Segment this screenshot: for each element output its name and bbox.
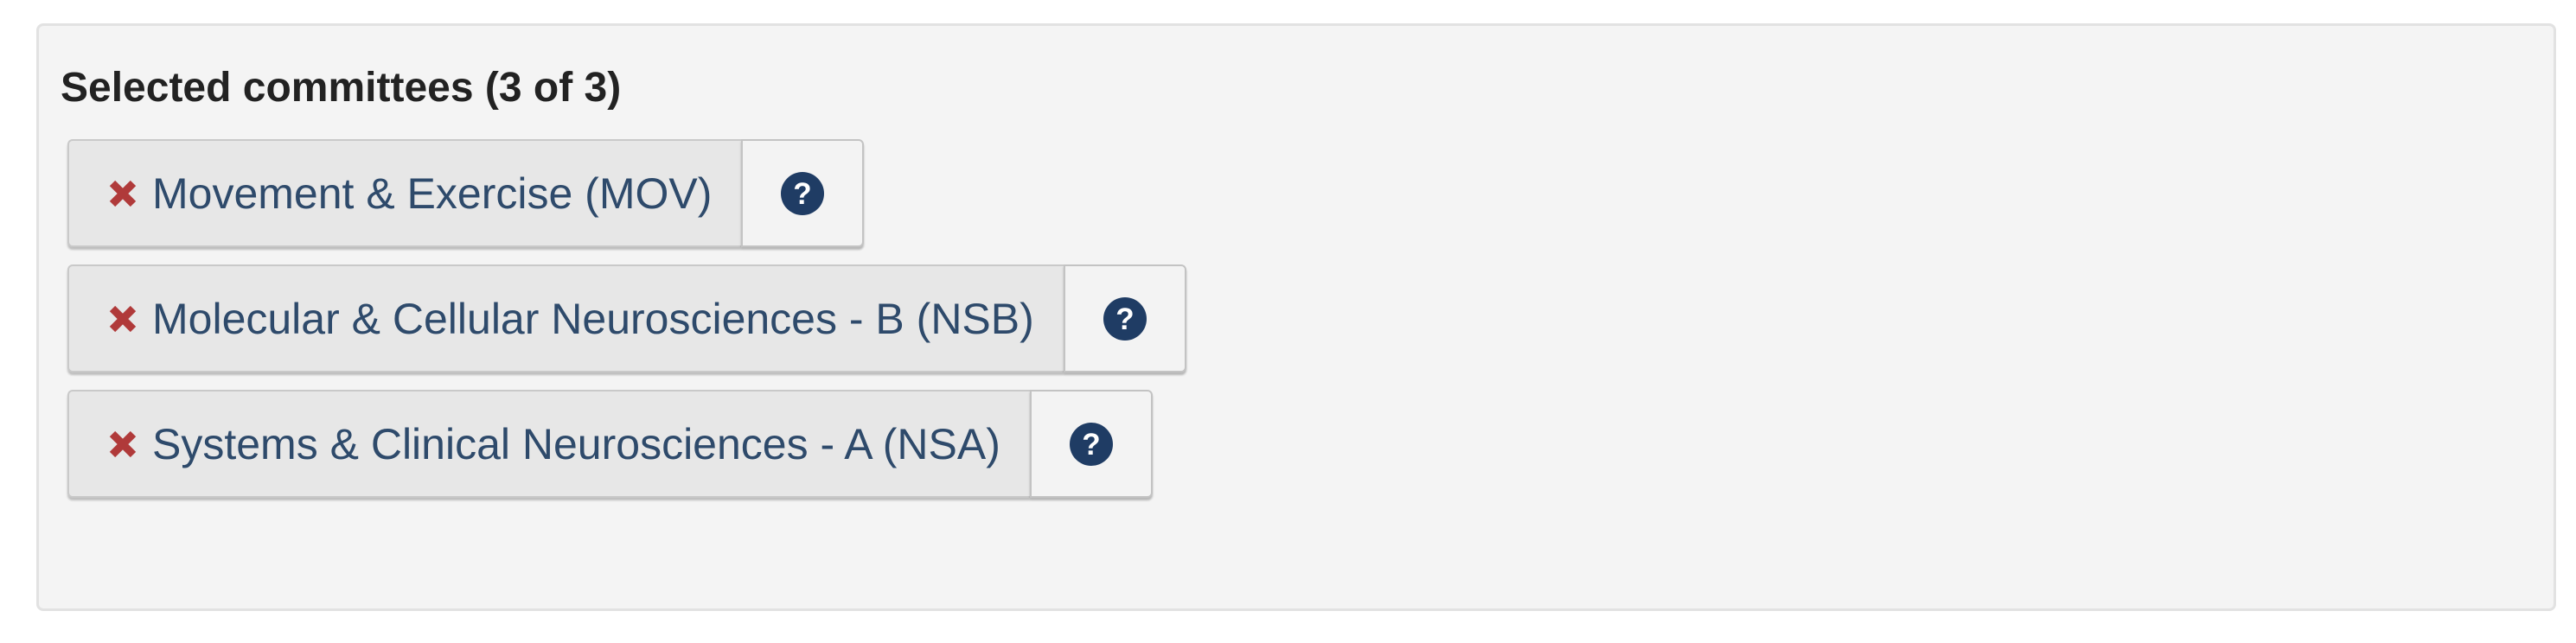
question-circle-icon: ? bbox=[1069, 422, 1113, 466]
committee-list: Movement & Exercise (MOV) ? Molecular & … bbox=[67, 139, 1186, 498]
remove-committee-button[interactable]: Molecular & Cellular Neurosciences - B (… bbox=[67, 264, 1064, 372]
committee-label: Molecular & Cellular Neurosciences - B (… bbox=[152, 294, 1034, 343]
close-icon bbox=[109, 430, 137, 457]
question-circle-icon: ? bbox=[781, 171, 825, 215]
committee-label: Systems & Clinical Neurosciences - A (NS… bbox=[152, 419, 1000, 468]
close-icon bbox=[109, 305, 137, 332]
svg-text:?: ? bbox=[1082, 428, 1100, 462]
remove-committee-button[interactable]: Systems & Clinical Neurosciences - A (NS… bbox=[67, 390, 1030, 498]
svg-text:?: ? bbox=[794, 177, 812, 211]
committee-help-button[interactable]: ? bbox=[741, 139, 865, 247]
close-icon bbox=[109, 180, 137, 207]
remove-committee-button[interactable]: Movement & Exercise (MOV) bbox=[67, 139, 742, 247]
committee-help-button[interactable]: ? bbox=[1029, 390, 1153, 498]
committee-item: Molecular & Cellular Neurosciences - B (… bbox=[67, 264, 1186, 372]
committee-item: Systems & Clinical Neurosciences - A (NS… bbox=[67, 390, 1186, 498]
committee-item: Movement & Exercise (MOV) ? bbox=[67, 139, 1186, 247]
panel-heading: Selected committees (3 of 3) bbox=[61, 65, 622, 111]
question-circle-icon: ? bbox=[1103, 296, 1147, 341]
svg-text:?: ? bbox=[1115, 302, 1134, 336]
committee-label: Movement & Exercise (MOV) bbox=[152, 169, 713, 218]
committee-help-button[interactable]: ? bbox=[1063, 264, 1186, 372]
